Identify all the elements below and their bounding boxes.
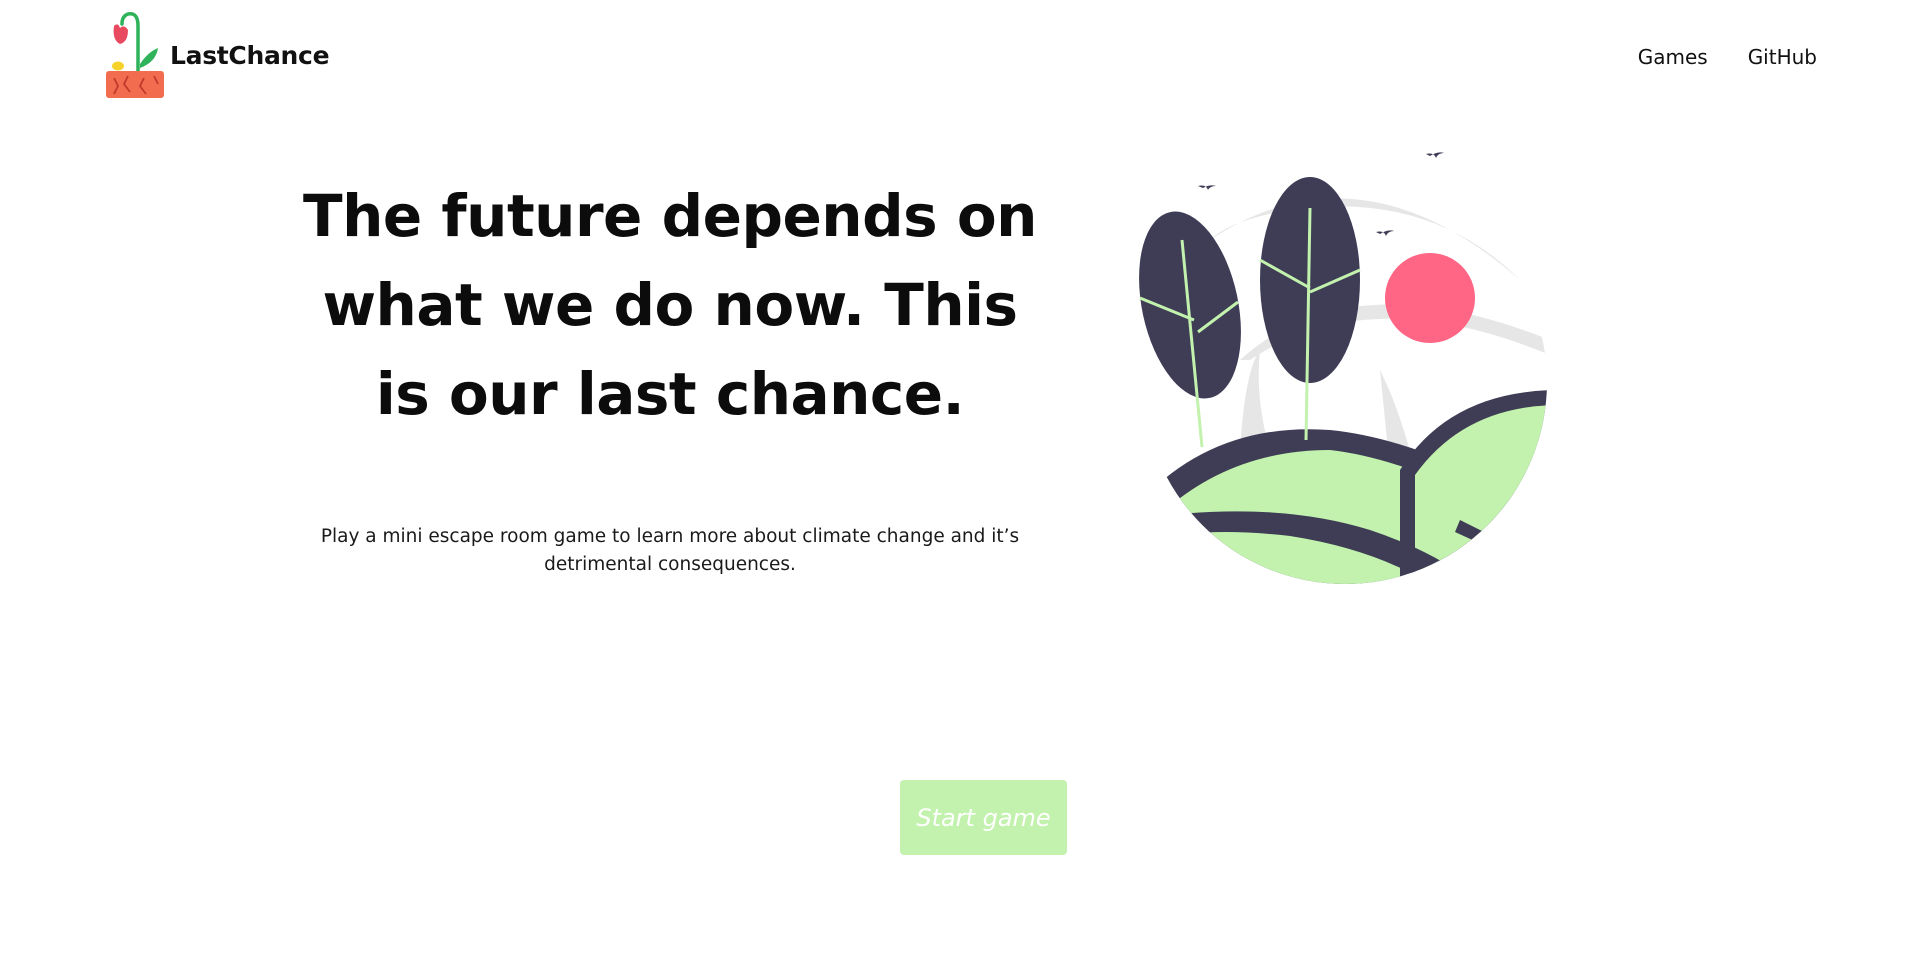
wilted-flower-logo-icon [106,12,164,98]
start-game-button[interactable]: Start game [900,780,1067,855]
brand-name: LastChance [170,40,330,70]
hero-headline: The future depends on what we do now. Th… [303,182,1037,428]
nature-illustration-icon [1139,152,1547,584]
nav-link-games[interactable]: Games [1638,45,1708,69]
landing-page: LastChance Games GitHub The future depen… [0,0,1919,976]
brand-home-link[interactable]: LastChance [104,6,330,98]
nav-link-github[interactable]: GitHub [1748,45,1817,69]
hero-subtext: Play a mini escape room game to learn mo… [320,526,1020,575]
site-header: LastChance Games GitHub [0,0,1919,110]
main-nav: Games GitHub [1638,45,1817,69]
